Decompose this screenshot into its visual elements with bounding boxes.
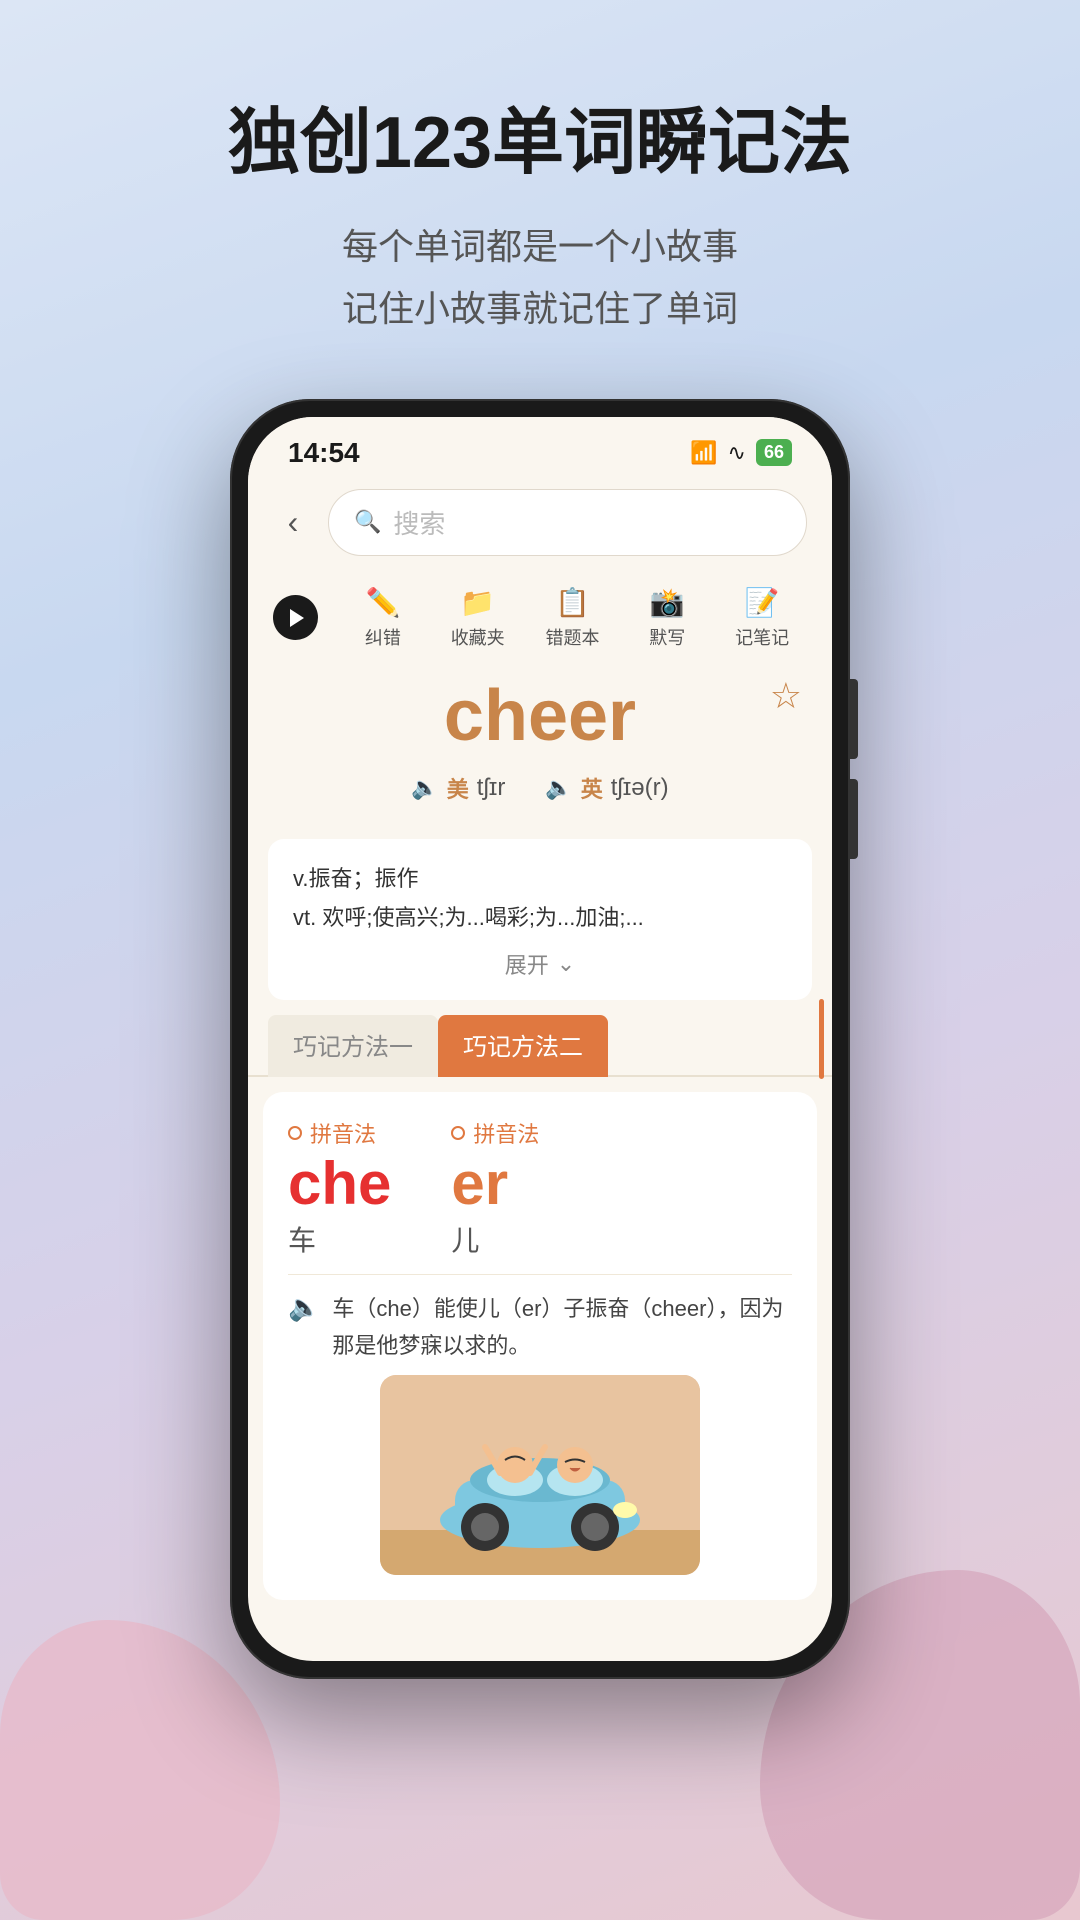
pinyin-label-row-2: 拼音法 bbox=[451, 1117, 539, 1149]
favorite-label: 收藏夹 bbox=[451, 624, 505, 650]
definition-line2: vt. 欢呼;使高兴;为...喝彩;为...加油;... bbox=[293, 898, 787, 938]
favorite-icon: 📁 bbox=[460, 586, 495, 619]
tab-label-1: 巧记方法一 bbox=[293, 1034, 413, 1061]
toolbar-item-correct[interactable]: ✏️ 纠错 bbox=[338, 586, 428, 650]
pinyin-part-2: 拼音法 er 儿 bbox=[451, 1117, 539, 1259]
search-box[interactable]: 🔍 搜索 bbox=[328, 489, 807, 556]
status-time: 14:54 bbox=[288, 437, 360, 469]
notes-icon: 📝 bbox=[745, 586, 780, 619]
pinyin-parts-row: 拼音法 che 车 拼音法 er 儿 bbox=[288, 1117, 792, 1259]
toolbar-item-notes[interactable]: 📝 记笔记 bbox=[717, 586, 807, 650]
phone-side-btn2 bbox=[850, 779, 858, 859]
phonetic-us[interactable]: 🔈 美 tʃɪr bbox=[411, 772, 505, 804]
pinyin-method-1: 拼音法 bbox=[310, 1117, 376, 1149]
phone-side-btn1 bbox=[850, 679, 858, 759]
phone-frame: 14:54 📶 ∿ 66 ‹ 🔍 搜索 ✏️ bbox=[230, 399, 850, 1679]
speaker-icon-uk: 🔈 bbox=[545, 775, 572, 801]
lang-label-uk: 英 bbox=[581, 772, 603, 804]
definition-box: v.振奋；振作 vt. 欢呼;使高兴;为...喝彩;为...加油;... 展开 … bbox=[268, 839, 812, 1000]
tab-label-2: 巧记方法二 bbox=[463, 1034, 583, 1061]
toolbar-item-dictation[interactable]: 📸 默写 bbox=[622, 586, 712, 650]
dictation-label: 默写 bbox=[649, 624, 685, 650]
pinyin-label-row-1: 拼音法 bbox=[288, 1117, 376, 1149]
correct-icon: ✏️ bbox=[365, 586, 400, 619]
back-button[interactable]: ‹ bbox=[273, 504, 313, 541]
audio-explanation: 🔈 车（che）能使儿（er）子振奋（cheer），因为那是他梦寐以求的。 bbox=[288, 1274, 792, 1365]
pinyin-chars-2: er bbox=[451, 1154, 508, 1214]
search-icon: 🔍 bbox=[354, 509, 381, 535]
expand-button[interactable]: 展开 ⌄ bbox=[293, 948, 787, 980]
tab-method-1[interactable]: 巧记方法一 bbox=[268, 1015, 438, 1077]
wifi-icon: ∿ bbox=[728, 440, 746, 466]
status-bar: 14:54 📶 ∿ 66 bbox=[248, 417, 832, 479]
memory-card: 拼音法 che 车 拼音法 er 儿 bbox=[263, 1092, 817, 1600]
chevron-down-icon: ⌄ bbox=[557, 951, 575, 977]
search-input[interactable]: 搜索 bbox=[393, 504, 445, 541]
ipa-us: tʃɪr bbox=[477, 774, 506, 802]
correct-label: 纠错 bbox=[365, 624, 401, 650]
speaker-icon-us: 🔈 bbox=[411, 775, 438, 801]
word-section: cheer ☆ 🔈 美 tʃɪr 🔈 英 tʃɪə(r) bbox=[248, 665, 832, 839]
phone-mockup: 14:54 📶 ∿ 66 ‹ 🔍 搜索 ✏️ bbox=[0, 399, 1080, 1679]
pinyin-dot-2 bbox=[451, 1126, 465, 1140]
scroll-indicator bbox=[819, 999, 824, 1079]
pinyin-part-1: 拼音法 che 车 bbox=[288, 1117, 391, 1259]
sub-title: 每个单词都是一个小故事 记住小故事就记住了单词 bbox=[0, 216, 1080, 338]
header-section: 独创123单词瞬记法 每个单词都是一个小故事 记住小故事就记住了单词 bbox=[0, 0, 1080, 399]
toolbar-item-mistakes[interactable]: 📋 错题本 bbox=[528, 586, 618, 650]
explanation-text: 车（che）能使儿（er）子振奋（cheer），因为那是他梦寐以求的。 bbox=[332, 1290, 792, 1365]
star-button[interactable]: ☆ bbox=[770, 675, 802, 717]
definition-line1: v.振奋；振作 bbox=[293, 859, 787, 899]
word-title: cheer bbox=[278, 675, 802, 757]
car-illustration bbox=[380, 1375, 700, 1575]
phonetic-uk[interactable]: 🔈 英 tʃɪə(r) bbox=[545, 772, 668, 804]
dictation-icon: 📸 bbox=[650, 586, 685, 619]
phone-screen: 14:54 📶 ∿ 66 ‹ 🔍 搜索 ✏️ bbox=[248, 417, 832, 1661]
play-button[interactable] bbox=[273, 595, 318, 640]
sub-title-line2: 记住小故事就记住了单词 bbox=[342, 288, 738, 329]
toolbar-item-favorite[interactable]: 📁 收藏夹 bbox=[433, 586, 523, 650]
phonetics-row: 🔈 美 tʃɪr 🔈 英 tʃɪə(r) bbox=[278, 772, 802, 804]
pinyin-meaning-2: 儿 bbox=[451, 1219, 479, 1259]
toolbar: ✏️ 纠错 📁 收藏夹 📋 错题本 📸 默写 📝 记笔记 bbox=[248, 571, 832, 665]
mistakes-icon: 📋 bbox=[555, 586, 590, 619]
pinyin-meaning-1: 车 bbox=[288, 1219, 316, 1259]
pinyin-method-2: 拼音法 bbox=[473, 1117, 539, 1149]
search-bar-row: ‹ 🔍 搜索 bbox=[248, 479, 832, 571]
status-icons: 📶 ∿ 66 bbox=[690, 439, 792, 466]
notes-label: 记笔记 bbox=[735, 624, 789, 650]
pinyin-dot-1 bbox=[288, 1126, 302, 1140]
main-title: 独创123单词瞬记法 bbox=[0, 100, 1080, 186]
pinyin-chars-1: che bbox=[288, 1154, 391, 1214]
tabs-row: 巧记方法一 巧记方法二 bbox=[248, 1015, 832, 1077]
sub-title-line1: 每个单词都是一个小故事 bbox=[342, 226, 738, 267]
mistakes-label: 错题本 bbox=[545, 624, 599, 650]
ipa-uk: tʃɪə(r) bbox=[611, 774, 669, 802]
lang-label-us: 美 bbox=[447, 772, 469, 804]
audio-icon[interactable]: 🔈 bbox=[288, 1292, 320, 1323]
battery-indicator: 66 bbox=[756, 439, 792, 466]
signal-icon: 📶 bbox=[690, 440, 717, 466]
expand-label: 展开 bbox=[505, 948, 549, 980]
tab-method-2[interactable]: 巧记方法二 bbox=[438, 1015, 608, 1077]
